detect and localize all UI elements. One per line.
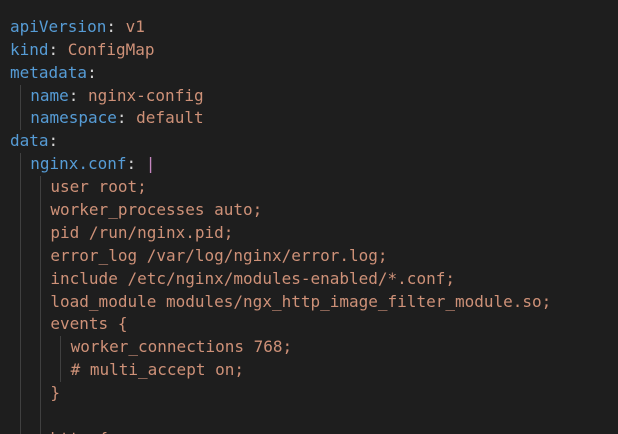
code-text: load_module modules/ngx_http_image_filte…: [50, 291, 552, 311]
code-text: worker_processes auto;: [50, 200, 263, 220]
code-line[interactable]: apiVersion: v1: [10, 16, 618, 39]
indent-guide: [40, 336, 42, 360]
code-text: http {: [50, 429, 108, 434]
yaml-key: namespace: [30, 108, 117, 128]
code-line[interactable]: error_log /var/log/nginx/error.log;: [10, 244, 618, 268]
indent-guide: [20, 313, 21, 337]
code-line[interactable]: [10, 0, 618, 16]
code-text: user root;: [50, 177, 147, 197]
code-line[interactable]: user root;: [10, 176, 618, 200]
code-text: }: [50, 383, 61, 403]
yaml-colon: :: [126, 154, 137, 174]
indent-guide: [20, 153, 21, 177]
indent-guide: [20, 267, 21, 291]
yaml-key: apiVersion: [10, 16, 107, 36]
yaml-key: data: [10, 131, 49, 151]
indent-guide: [40, 313, 42, 337]
indent-guide: [20, 199, 21, 222]
code-text: error_log /var/log/nginx/error.log;: [50, 245, 388, 265]
yaml-value: [136, 154, 146, 173]
indent-guide: [20, 359, 21, 383]
code-text: worker_connections 768;: [70, 337, 293, 357]
code-text: pid /run/nginx.pid;: [50, 222, 234, 242]
indent-guide: [40, 176, 42, 200]
code-line[interactable]: [10, 405, 618, 428]
indent-guide: [40, 427, 42, 434]
indent-guide: [20, 336, 21, 360]
indent-guide: [40, 244, 42, 268]
indent-guide: [40, 290, 42, 314]
yaml-colon: :: [106, 16, 116, 36]
indent-guide: [20, 107, 21, 131]
yaml-code[interactable]: apiVersion: v1 kind: ConfigMap metadata: na…: [10, 0, 618, 434]
yaml-colon: :: [116, 108, 127, 128]
yaml-value: default: [126, 108, 204, 128]
yaml-key: name: [30, 85, 69, 105]
indent-guide: [20, 382, 21, 406]
indent-guide: [40, 382, 42, 406]
yaml-value: v1: [115, 16, 145, 36]
yaml-key: kind: [10, 39, 49, 59]
code-line[interactable]: load_module modules/ngx_http_image_filte…: [10, 290, 618, 314]
code-line[interactable]: http {: [10, 427, 618, 434]
code-line[interactable]: worker_connections 768;: [10, 336, 618, 360]
code-line[interactable]: include /etc/nginx/modules-enabled/*.con…: [10, 267, 618, 291]
code-line[interactable]: worker_processes auto;: [10, 199, 618, 222]
code-text: include /etc/nginx/modules-enabled/*.con…: [50, 268, 455, 288]
indent-guide: [20, 290, 21, 314]
code-line[interactable]: name: nginx-config: [10, 84, 618, 108]
code-line[interactable]: metadata:: [10, 62, 618, 85]
indent-guide: [60, 336, 62, 360]
code-line[interactable]: }: [10, 382, 618, 406]
yaml-key: nginx.conf: [30, 154, 127, 174]
code-line[interactable]: kind: ConfigMap: [10, 39, 618, 62]
indent-guide: [40, 199, 42, 222]
yaml-value: nginx-config: [78, 85, 204, 105]
code-line[interactable]: # multi_accept on;: [10, 359, 618, 383]
code-comment: # multi_accept on;: [70, 360, 244, 380]
yaml-value: ConfigMap: [58, 39, 155, 59]
indent-guide: [20, 176, 21, 200]
code-line[interactable]: data:: [10, 130, 618, 153]
yaml-colon: :: [48, 131, 59, 151]
code-line[interactable]: events {: [10, 313, 618, 337]
indent-guide: [40, 221, 42, 245]
code-text: events {: [50, 314, 128, 334]
yaml-colon: :: [48, 39, 59, 59]
indent-guide: [40, 405, 42, 428]
indent-guide: [60, 359, 62, 383]
block-scalar-indicator: |: [145, 154, 156, 174]
yaml-key: metadata: [10, 62, 88, 82]
indent-guide: [20, 427, 21, 434]
code-line[interactable]: nginx.conf: |: [10, 153, 618, 177]
indent-guide: [20, 244, 21, 268]
code-line[interactable]: namespace: default: [10, 107, 618, 131]
indent-guide: [40, 359, 42, 383]
yaml-colon: :: [87, 62, 97, 82]
indent-guide: [40, 267, 42, 291]
indent-guide: [20, 84, 21, 108]
indent-guide: [20, 221, 21, 245]
code-line[interactable]: pid /run/nginx.pid;: [10, 221, 618, 245]
code-editor[interactable]: apiVersion: v1 kind: ConfigMap metadata: na…: [0, 0, 618, 434]
indent-guide: [20, 405, 21, 428]
yaml-colon: :: [68, 85, 79, 105]
